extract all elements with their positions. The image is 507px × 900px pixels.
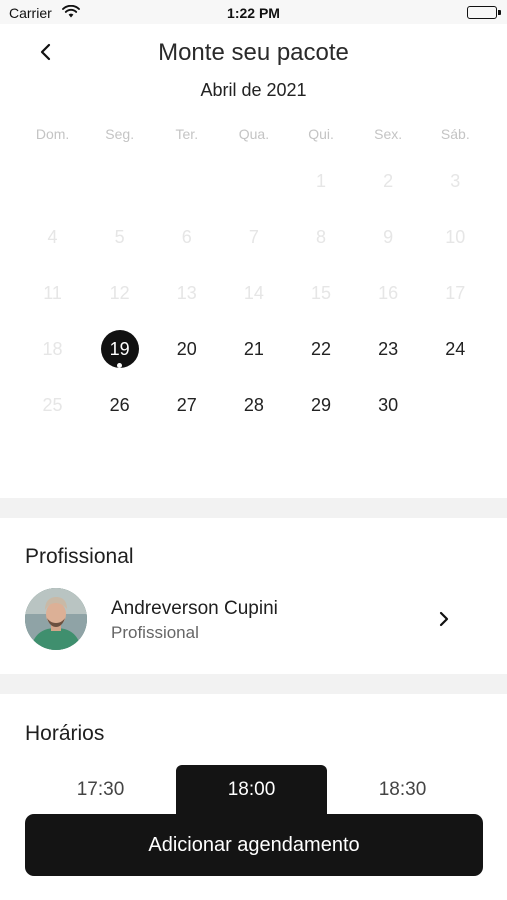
header: Monte seu pacote xyxy=(0,24,507,80)
battery-icon xyxy=(467,6,501,19)
add-appointment-button[interactable]: Adicionar agendamento xyxy=(25,814,483,876)
calendar-day: 2 xyxy=(355,153,422,209)
calendar-day-number: 26 xyxy=(109,394,130,415)
calendar-empty-cell xyxy=(153,153,220,209)
avatar xyxy=(25,588,87,650)
calendar-day-number: 22 xyxy=(311,338,332,359)
calendar-day: 9 xyxy=(355,209,422,265)
calendar-day[interactable]: 30 xyxy=(355,377,422,433)
calendar-grid: 1 2 3 4 5 6 7 8 9 10 11 12 13 14 15 16 17 18 19 20 21 22 23 24 2… xyxy=(19,153,489,433)
calendar-day: 4 xyxy=(19,209,86,265)
calendar-day-number: 18 xyxy=(42,338,63,359)
calendar-day: 15 xyxy=(288,265,355,321)
time-slot[interactable]: 18:30 xyxy=(327,765,478,814)
weekday-label: Qui. xyxy=(308,126,334,142)
calendar-day: 10 xyxy=(422,209,489,265)
calendar-day: 3 xyxy=(422,153,489,209)
calendar-day: 17 xyxy=(422,265,489,321)
status-bar: Carrier 1:22 PM xyxy=(0,0,507,24)
weekday-label: Sex. xyxy=(374,126,403,142)
calendar-day-number: 29 xyxy=(311,394,332,415)
calendar-day-number: 20 xyxy=(176,338,197,359)
professional-role: Profissional xyxy=(111,623,199,642)
professional-name: Andreverson Cupini xyxy=(111,598,278,619)
calendar-day-number: 30 xyxy=(378,394,399,415)
calendar-day: 6 xyxy=(153,209,220,265)
weekday-header: Dom. Seg. Ter. Qua. Qui. Sex. Sáb. xyxy=(19,126,489,142)
calendar-day-number: 4 xyxy=(47,226,58,247)
calendar-day-number: 5 xyxy=(114,226,125,247)
calendar-day-number: 13 xyxy=(176,282,197,303)
calendar-day: 8 xyxy=(288,209,355,265)
calendar-day-number: 1 xyxy=(316,170,327,191)
calendar-day: 13 xyxy=(153,265,220,321)
calendar-day-number: 17 xyxy=(445,282,466,303)
calendar-empty-cell xyxy=(19,153,86,209)
calendar-day: 18 xyxy=(19,321,86,377)
calendar-day-number: 23 xyxy=(378,338,399,359)
calendar-day-number: 9 xyxy=(383,226,394,247)
calendar-empty-cell xyxy=(86,153,153,209)
weekday-label: Seg. xyxy=(105,126,135,142)
calendar-day[interactable]: 29 xyxy=(288,377,355,433)
calendar-day: 5 xyxy=(86,209,153,265)
calendar-day[interactable]: 26 xyxy=(86,377,153,433)
calendar-day-number: 24 xyxy=(445,338,466,359)
calendar-day-number: 10 xyxy=(445,226,466,247)
weekday-label: Qua. xyxy=(238,126,270,142)
calendar-day[interactable]: 20 xyxy=(153,321,220,377)
calendar-day-number: 16 xyxy=(378,282,399,303)
calendar-day: 7 xyxy=(220,209,287,265)
calendar-day[interactable]: 28 xyxy=(220,377,287,433)
calendar-day-number: 11 xyxy=(43,282,62,303)
calendar-day-number: 27 xyxy=(176,394,197,415)
calendar-day-number: 15 xyxy=(311,282,332,303)
month-label: Abril de 2021 xyxy=(200,80,307,100)
calendar-day-number: 14 xyxy=(243,282,264,303)
calendar-day-number: 2 xyxy=(383,170,394,191)
calendar-day: 11 xyxy=(19,265,86,321)
professional-row[interactable]: Andreverson Cupini Profissional xyxy=(0,587,507,653)
calendar-empty-cell xyxy=(220,153,287,209)
weekday-label: Ter. xyxy=(175,126,199,142)
calendar-day-number: 6 xyxy=(181,226,192,247)
professional-section-title: Profissional xyxy=(25,545,134,568)
calendar-day-number: 28 xyxy=(243,394,264,415)
section-divider xyxy=(0,498,507,518)
calendar-day[interactable]: 24 xyxy=(422,321,489,377)
section-divider xyxy=(0,674,507,694)
schedule-section-title: Horários xyxy=(25,722,105,745)
chevron-right-icon xyxy=(439,611,449,627)
clock: 1:22 PM xyxy=(227,5,280,21)
calendar-day-number: 8 xyxy=(316,226,327,247)
time-slots: 17:30 18:00 18:30 xyxy=(25,765,482,814)
calendar-day-number: 7 xyxy=(248,226,259,247)
calendar-day[interactable]: 21 xyxy=(220,321,287,377)
calendar-day: 16 xyxy=(355,265,422,321)
calendar-day[interactable]: 27 xyxy=(153,377,220,433)
time-slot-selected[interactable]: 18:00 xyxy=(176,765,327,814)
calendar-day[interactable]: 19 xyxy=(86,321,153,377)
calendar-day: 25 xyxy=(19,377,86,433)
calendar-day: 12 xyxy=(86,265,153,321)
calendar-day-number: 21 xyxy=(243,338,264,359)
calendar-day[interactable]: 23 xyxy=(355,321,422,377)
page-title: Monte seu pacote xyxy=(158,39,349,66)
weekday-label: Sáb. xyxy=(440,126,470,142)
time-slot[interactable]: 17:30 xyxy=(25,765,176,814)
calendar-day-number: 3 xyxy=(450,170,461,191)
calendar-day: 14 xyxy=(220,265,287,321)
calendar-day-number: 12 xyxy=(109,282,130,303)
weekday-label: Dom. xyxy=(35,126,70,142)
calendar-day-number: 25 xyxy=(42,394,63,415)
calendar-day[interactable]: 22 xyxy=(288,321,355,377)
calendar-day: 1 xyxy=(288,153,355,209)
